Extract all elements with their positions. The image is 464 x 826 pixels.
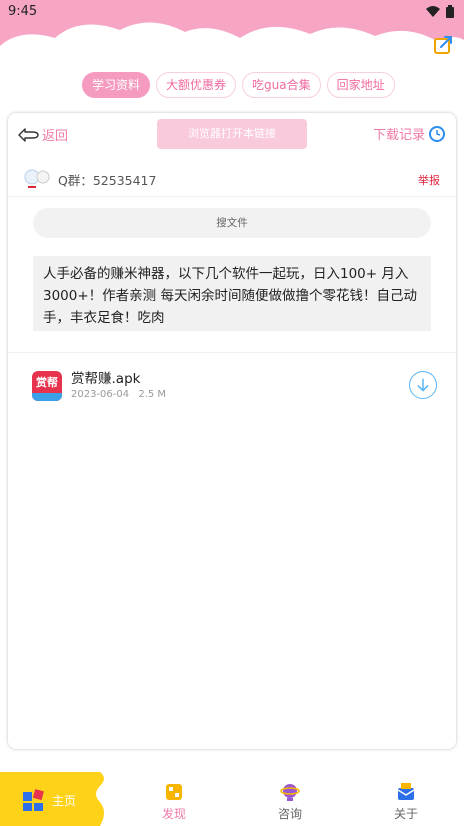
download-record-label: 下载记录 xyxy=(372,128,425,143)
tab-coupons[interactable]: 大额优惠券 xyxy=(156,72,237,98)
nav-home[interactable]: 主页 xyxy=(0,772,110,826)
content-card: 返回 浏览器打开本链接 下载记录 Q群：52535417 举报 搜文件 人手必备… xyxy=(8,113,456,749)
back-arrow-icon xyxy=(18,127,39,142)
qq-group-number: Q群：52535417 xyxy=(58,173,157,188)
group-info-row: Q群：52535417 举报 xyxy=(8,161,456,197)
file-name: 赏帮赚.apk xyxy=(71,371,141,387)
file-list-item[interactable]: 赏帮 赏帮赚.apk 2023-06-04 2.5 M xyxy=(8,361,456,411)
nav-consult[interactable]: 咨询 xyxy=(232,772,348,826)
nav-discover[interactable]: 发现 xyxy=(116,772,232,826)
back-label: 返回 xyxy=(42,129,69,144)
nav-home-label: 主页 xyxy=(52,794,77,808)
discover-icon xyxy=(166,784,182,800)
battery-icon xyxy=(446,4,454,18)
app-icon: 赏帮 xyxy=(32,371,62,401)
tab-study-materials[interactable]: 学习资料 xyxy=(82,72,151,98)
app-icon-strip xyxy=(32,393,62,401)
consult-icon xyxy=(280,784,300,801)
wifi-icon xyxy=(426,5,440,17)
card-nav-row: 返回 浏览器打开本链接 下载记录 xyxy=(8,119,456,153)
search-files-button[interactable]: 搜文件 xyxy=(33,208,431,238)
share-icon[interactable] xyxy=(432,34,454,56)
nav-discover-label: 发现 xyxy=(161,807,186,821)
home-icon xyxy=(23,789,44,811)
nav-consult-label: 咨询 xyxy=(277,807,302,821)
download-record-button[interactable]: 下载记录 xyxy=(373,124,446,143)
tab-gossip[interactable]: 吃gua合集 xyxy=(242,72,321,98)
bottom-navigation: 主页 发现 咨询 关于 xyxy=(0,772,464,826)
nav-about-label: 关于 xyxy=(393,807,418,821)
description-text: 人手必备的赚米神器，以下几个软件一起玩，日入100+ 月入3000+！作者亲测 … xyxy=(33,256,431,331)
tab-home-address[interactable]: 回家地址 xyxy=(326,72,395,98)
divider xyxy=(8,352,456,353)
report-button[interactable]: 举报 xyxy=(418,172,440,188)
clock-icon xyxy=(429,125,445,142)
back-button[interactable]: 返回 xyxy=(18,125,68,144)
open-in-browser-button[interactable]: 浏览器打开本链接 xyxy=(157,119,307,149)
avatar xyxy=(24,169,50,188)
download-icon[interactable] xyxy=(409,371,437,399)
nav-about[interactable]: 关于 xyxy=(348,772,464,826)
status-icons xyxy=(426,4,454,18)
status-time: 9:45 xyxy=(8,3,38,19)
about-icon xyxy=(397,783,415,800)
file-meta: 2023-06-04 2.5 M xyxy=(71,389,172,400)
status-bar: 9:45 xyxy=(0,0,464,22)
file-date: 2023-06-04 xyxy=(71,389,130,400)
app-icon-text: 赏帮 xyxy=(36,376,58,389)
category-tabs: 学习资料 大额优惠券 吃gua合集 回家地址 xyxy=(82,72,395,98)
file-size: 2.5 M xyxy=(138,389,167,400)
